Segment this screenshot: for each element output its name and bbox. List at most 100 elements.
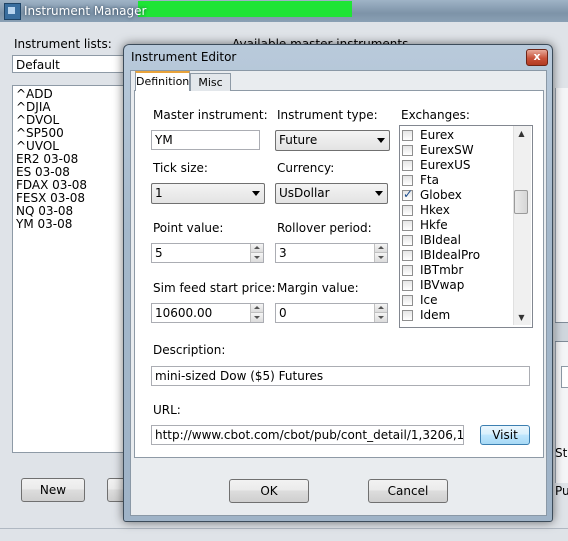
spin-up-icon[interactable] bbox=[250, 304, 263, 313]
cancel-button[interactable]: Cancel bbox=[368, 479, 448, 503]
exchange-item[interactable]: EurexUS bbox=[402, 158, 514, 173]
master-instrument-label: Master instrument: bbox=[153, 108, 268, 122]
exchange-item[interactable]: Fta bbox=[402, 173, 514, 188]
spin-down-icon[interactable] bbox=[250, 313, 263, 322]
chevron-down-icon bbox=[252, 191, 260, 196]
checkbox[interactable] bbox=[402, 160, 413, 171]
url-field[interactable]: http://www.cbot.com/cbot/pub/cont_detail… bbox=[151, 425, 464, 445]
visit-button[interactable]: Visit bbox=[480, 425, 530, 445]
exchange-item[interactable]: Globex bbox=[402, 187, 514, 203]
chevron-down-icon bbox=[375, 191, 383, 196]
exchange-item[interactable]: IBIdealPro bbox=[402, 248, 514, 263]
checkbox[interactable] bbox=[402, 205, 413, 216]
point-value-value: 5 bbox=[155, 246, 163, 260]
exchange-item[interactable]: EurexSW bbox=[402, 143, 514, 158]
exchange-item[interactable]: Idem bbox=[402, 308, 514, 323]
sim-feed-start-price-label: Sim feed start price: bbox=[153, 281, 276, 295]
spin-down-icon[interactable] bbox=[250, 253, 263, 262]
exchange-item[interactable]: IBIdeal bbox=[402, 233, 514, 248]
margin-value-value: 0 bbox=[279, 306, 287, 320]
window-title: Instrument Manager bbox=[24, 4, 147, 18]
exchange-name: IBIdealPro bbox=[420, 248, 481, 262]
exchange-name: Idem bbox=[420, 308, 451, 322]
checkbox[interactable] bbox=[402, 295, 413, 306]
checkbox[interactable] bbox=[402, 280, 413, 291]
tab-definition[interactable]: Definition bbox=[135, 71, 190, 91]
status-strip bbox=[0, 528, 568, 541]
exchange-name: EurexSW bbox=[420, 143, 474, 157]
checkbox[interactable] bbox=[402, 235, 413, 246]
exchange-item[interactable]: Hkfe bbox=[402, 218, 514, 233]
point-value-stepper[interactable]: 5 bbox=[151, 243, 264, 263]
app-icon bbox=[4, 3, 21, 20]
close-icon[interactable]: x bbox=[526, 49, 548, 66]
scrollbar-thumb[interactable] bbox=[514, 190, 528, 214]
checkbox[interactable] bbox=[402, 310, 413, 321]
exchange-name: Hkex bbox=[420, 203, 450, 217]
rollover-period-stepper[interactable]: 3 bbox=[275, 243, 388, 263]
description-field[interactable]: mini-sized Dow ($5) Futures bbox=[151, 366, 530, 386]
exchange-name: Fta bbox=[420, 173, 439, 187]
exchange-item[interactable]: IBTmbr bbox=[402, 263, 514, 278]
rollover-period-value: 3 bbox=[279, 246, 287, 260]
exchange-name: Hkfe bbox=[420, 218, 448, 232]
checkbox[interactable] bbox=[402, 145, 413, 156]
exchange-item[interactable]: Hkex bbox=[402, 203, 514, 218]
list-item[interactable]: YM 03-08 bbox=[16, 218, 136, 231]
spin-up-icon[interactable] bbox=[250, 244, 263, 253]
checkbox[interactable] bbox=[402, 250, 413, 261]
sim-feed-start-price-stepper[interactable]: 10600.00 bbox=[151, 303, 264, 323]
currency-label: Currency: bbox=[277, 161, 335, 175]
checkbox[interactable] bbox=[402, 220, 413, 231]
ok-button[interactable]: OK bbox=[229, 479, 309, 503]
exchange-item[interactable]: Eurex bbox=[402, 128, 514, 143]
currency-value: UsDollar bbox=[279, 186, 330, 200]
instrument-lists-label: Instrument lists: bbox=[14, 37, 112, 51]
exchange-name: Globex bbox=[420, 188, 462, 202]
selected-row[interactable] bbox=[555, 322, 568, 342]
instrument-type-label: Instrument type: bbox=[277, 108, 378, 122]
point-value-label: Point value: bbox=[153, 221, 224, 235]
margin-value-stepper[interactable]: 0 bbox=[275, 303, 388, 323]
checkbox-checked[interactable] bbox=[402, 187, 413, 202]
chevron-down-icon bbox=[377, 138, 385, 143]
spin-down-icon[interactable] bbox=[374, 253, 387, 262]
instrument-type-value: Future bbox=[279, 133, 318, 147]
margin-value-label: Margin value: bbox=[277, 281, 359, 295]
rollover-period-label: Rollover period: bbox=[277, 221, 372, 235]
side-label-1: Str bbox=[555, 446, 568, 460]
instrument-list[interactable]: ^ADD ^DJIA ^DVOL ^SP500 ^UVOL ER2 03-08 … bbox=[12, 85, 140, 453]
exchange-name: EurexUS bbox=[420, 158, 471, 172]
currency-select[interactable]: UsDollar bbox=[275, 183, 388, 204]
description-label: Description: bbox=[153, 343, 226, 357]
scroll-up-icon[interactable]: ▲ bbox=[513, 126, 530, 141]
spin-down-icon[interactable] bbox=[374, 313, 387, 322]
side-label-2: Pu bbox=[555, 484, 568, 498]
tick-size-value: 1 bbox=[155, 186, 163, 200]
exchange-item[interactable]: Ice bbox=[402, 293, 514, 308]
instrument-lists-select[interactable]: Default bbox=[12, 55, 140, 73]
exchange-item[interactable]: IBVwap bbox=[402, 278, 514, 293]
exchanges-label: Exchanges: bbox=[401, 108, 470, 122]
master-instrument-field[interactable]: YM bbox=[151, 130, 260, 150]
checkbox[interactable] bbox=[402, 175, 413, 186]
new-button[interactable]: New bbox=[21, 478, 85, 502]
checkbox[interactable] bbox=[402, 130, 413, 141]
instrument-type-select[interactable]: Future bbox=[275, 130, 390, 151]
exchange-name: Eurex bbox=[420, 128, 455, 142]
side-field[interactable] bbox=[561, 366, 568, 388]
exchanges-scrollbar[interactable] bbox=[513, 126, 531, 325]
checkbox[interactable] bbox=[402, 265, 413, 276]
dialog-title: Instrument Editor bbox=[131, 50, 237, 64]
master-instruments-panel[interactable] bbox=[555, 88, 568, 483]
exchange-name: IBVwap bbox=[420, 278, 465, 292]
exchange-name: IBTmbr bbox=[420, 263, 464, 277]
scroll-down-icon[interactable]: ▼ bbox=[513, 310, 530, 325]
spin-up-icon[interactable] bbox=[374, 244, 387, 253]
title-highlight bbox=[138, 1, 352, 17]
tick-size-select[interactable]: 1 bbox=[151, 183, 265, 204]
tab-misc[interactable]: Misc bbox=[190, 73, 231, 91]
spin-up-icon[interactable] bbox=[374, 304, 387, 313]
exchange-name: Ice bbox=[420, 293, 438, 307]
tick-size-label: Tick size: bbox=[153, 161, 208, 175]
